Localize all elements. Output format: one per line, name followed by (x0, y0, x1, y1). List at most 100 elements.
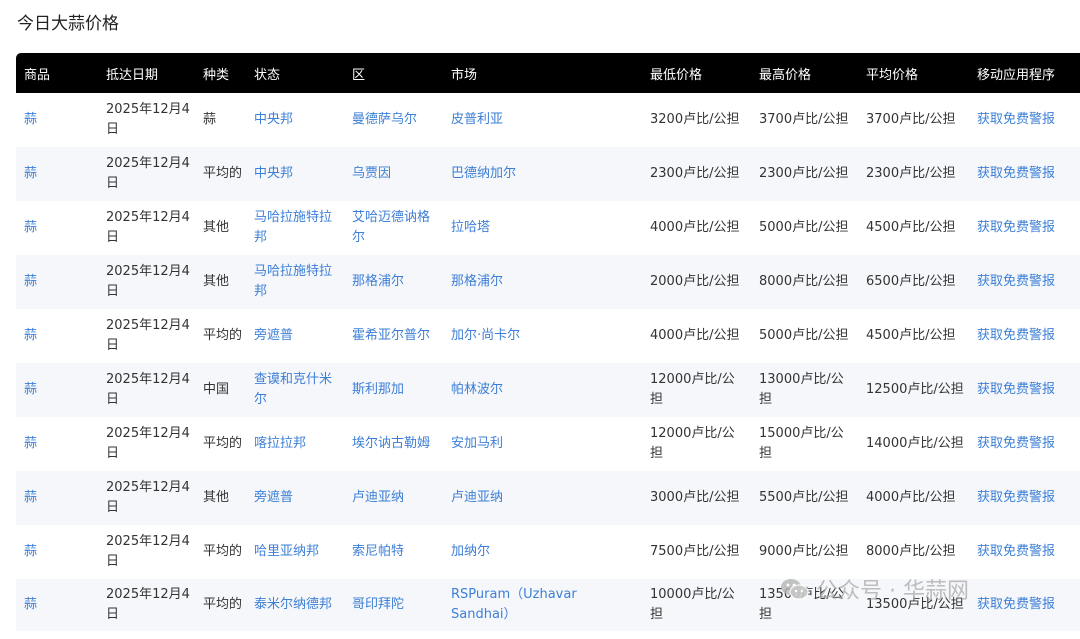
variety-text: 蒜 (203, 112, 217, 127)
commodity-link[interactable]: 蒜 (24, 597, 37, 612)
cell-avg-price: 12500卢比/公担 (858, 363, 969, 417)
alert-link-link[interactable]: 获取免费警报 (977, 328, 1055, 343)
table-body: 蒜 2025年12月4日蒜中央邦 曼德萨乌尔 皮普利亚 3200卢比/公担 3700卢比/… (16, 93, 1080, 631)
state-link[interactable]: 中央邦 (254, 166, 293, 181)
cell-market: 加纳尔 (443, 525, 642, 579)
cell-district: 索尼帕特 (344, 525, 443, 579)
cell-variety: 平均的 (195, 309, 246, 363)
cell-commodity: 蒜 (16, 579, 98, 631)
cell-state: 马哈拉施特拉邦 (246, 201, 344, 255)
market-link[interactable]: 那格浦尔 (451, 274, 503, 289)
commodity-link[interactable]: 蒜 (24, 490, 37, 505)
alert-link-link[interactable]: 获取免费警报 (977, 382, 1055, 397)
alert-link-link[interactable]: 获取免费警报 (977, 544, 1055, 559)
alert-link-link[interactable]: 获取免费警报 (977, 220, 1055, 235)
district-link[interactable]: 索尼帕特 (352, 544, 404, 559)
arrival-date-text: 2025年12月4日 (106, 264, 190, 299)
alert-link-link[interactable]: 获取免费警报 (977, 112, 1055, 127)
arrival-date-text: 2025年12月4日 (106, 426, 190, 461)
market-link[interactable]: 帕林波尔 (451, 382, 503, 397)
avg-price-text: 8000卢比/公担 (866, 544, 956, 559)
price-table: 商品 抵达日期 种类 状态 区 市场 最低价格 最高价格 平均价格 移动应用程序… (16, 53, 1080, 631)
market-link[interactable]: 巴德纳加尔 (451, 166, 516, 181)
arrival-date-text: 2025年12月4日 (106, 480, 190, 515)
state-link[interactable]: 中央邦 (254, 112, 293, 127)
district-link[interactable]: 乌贾因 (352, 166, 391, 181)
cell-commodity: 蒜 (16, 255, 98, 309)
max-price-text: 15000卢比/公担 (759, 426, 844, 461)
commodity-link[interactable]: 蒜 (24, 544, 37, 559)
district-link[interactable]: 曼德萨乌尔 (352, 112, 417, 127)
alert-link-link[interactable]: 获取免费警报 (977, 436, 1055, 451)
market-link[interactable]: 加尔·尚卡尔 (451, 328, 520, 343)
market-link[interactable]: 加纳尔 (451, 544, 490, 559)
alert-link-link[interactable]: 获取免费警报 (977, 597, 1055, 612)
cell-min-price: 12000卢比/公担 (642, 363, 751, 417)
variety-text: 中国 (203, 382, 230, 397)
state-link[interactable]: 马哈拉施特拉邦 (254, 210, 332, 245)
state-link[interactable]: 哈里亚纳邦 (254, 544, 319, 559)
max-price-text: 13500卢比/公担 (759, 587, 844, 622)
cell-district: 艾哈迈德讷格尔 (344, 201, 443, 255)
state-link[interactable]: 旁遮普 (254, 490, 293, 505)
state-link[interactable]: 泰米尔纳德邦 (254, 597, 332, 612)
district-link[interactable]: 卢迪亚纳 (352, 490, 404, 505)
min-price-text: 7500卢比/公担 (650, 544, 740, 559)
cell-alert-link: 获取免费警报 (969, 363, 1080, 417)
district-link[interactable]: 艾哈迈德讷格尔 (352, 210, 430, 245)
cell-arrival-date: 2025年12月4日 (98, 255, 195, 309)
commodity-link[interactable]: 蒜 (24, 220, 37, 235)
cell-avg-price: 3700卢比/公担 (858, 93, 969, 147)
cell-arrival-date: 2025年12月4日 (98, 579, 195, 631)
market-link[interactable]: RSPuram（Uzhavar Sandhai） (451, 587, 577, 622)
commodity-link[interactable]: 蒜 (24, 436, 37, 451)
district-link[interactable]: 那格浦尔 (352, 274, 404, 289)
cell-commodity: 蒜 (16, 363, 98, 417)
cell-avg-price: 2300卢比/公担 (858, 147, 969, 201)
header-market: 市场 (443, 53, 642, 93)
arrival-date-text: 2025年12月4日 (106, 587, 190, 622)
table-row: 蒜 2025年12月4日 平均的 中央邦 乌贾因 巴德纳加尔 2300卢比/公担 2300卢比… (16, 147, 1080, 201)
cell-commodity: 蒜 (16, 525, 98, 579)
district-link[interactable]: 霍希亚尔普尔 (352, 328, 430, 343)
cell-alert-link: 获取免费警报 (969, 525, 1080, 579)
cell-min-price: 3000卢比/公担 (642, 471, 751, 525)
header-state: 状态 (246, 53, 344, 93)
district-link[interactable]: 哥印拜陀 (352, 597, 404, 612)
commodity-link[interactable]: 蒜 (24, 328, 37, 343)
state-link[interactable]: 查谟和克什米尔 (254, 372, 332, 407)
cell-state: 中央邦 (246, 147, 344, 201)
district-link[interactable]: 埃尔讷古勒姆 (352, 436, 430, 451)
avg-price-text: 4500卢比/公担 (866, 220, 956, 235)
cell-min-price: 4000卢比/公担 (642, 201, 751, 255)
cell-arrival-date: 2025年12月4日 (98, 309, 195, 363)
table-row: 蒜 2025年12月4日 其他 马哈拉施特拉邦 艾哈迈德讷格尔 拉哈塔 4000卢比/公担 5… (16, 201, 1080, 255)
state-link[interactable]: 马哈拉施特拉邦 (254, 264, 332, 299)
commodity-link[interactable]: 蒜 (24, 382, 37, 397)
state-link[interactable]: 喀拉拉邦 (254, 436, 306, 451)
cell-max-price: 5000卢比/公担 (751, 201, 858, 255)
state-link[interactable]: 旁遮普 (254, 328, 293, 343)
cell-market: 安加马利 (443, 417, 642, 471)
district-link[interactable]: 斯利那加 (352, 382, 404, 397)
cell-min-price: 12000卢比/公担 (642, 417, 751, 471)
cell-min-price: 7500卢比/公担 (642, 525, 751, 579)
cell-district: 斯利那加 (344, 363, 443, 417)
variety-text: 其他 (203, 220, 230, 235)
cell-market: 皮普利亚 (443, 93, 642, 147)
alert-link-link[interactable]: 获取免费警报 (977, 166, 1055, 181)
avg-price-text: 2300卢比/公担 (866, 166, 956, 181)
header-min-price: 最低价格 (642, 53, 751, 93)
commodity-link[interactable]: 蒜 (24, 274, 37, 289)
market-link[interactable]: 拉哈塔 (451, 220, 490, 235)
cell-alert-link: 获取免费警报 (969, 93, 1080, 147)
cell-market: RSPuram（Uzhavar Sandhai） (443, 579, 642, 631)
arrival-date-text: 2025年12月4日 (106, 156, 190, 191)
commodity-link[interactable]: 蒜 (24, 166, 37, 181)
commodity-link[interactable]: 蒜 (24, 112, 37, 127)
market-link[interactable]: 卢迪亚纳 (451, 490, 503, 505)
market-link[interactable]: 安加马利 (451, 436, 503, 451)
alert-link-link[interactable]: 获取免费警报 (977, 490, 1055, 505)
market-link[interactable]: 皮普利亚 (451, 112, 503, 127)
alert-link-link[interactable]: 获取免费警报 (977, 274, 1055, 289)
